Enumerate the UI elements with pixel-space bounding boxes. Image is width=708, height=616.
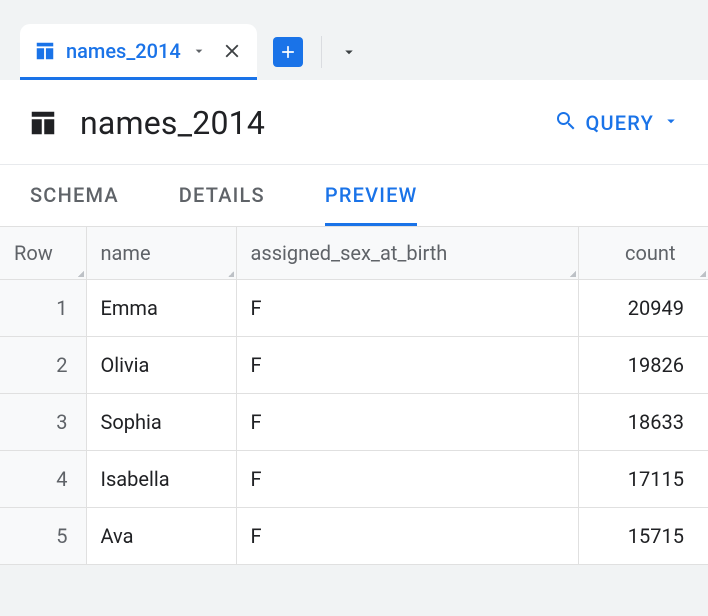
cell-name: Isabella bbox=[86, 451, 236, 508]
tab-preview[interactable]: PREVIEW bbox=[325, 165, 418, 226]
cell-assigned-sex-at-birth: F bbox=[236, 394, 578, 451]
cell-count: 19826 bbox=[578, 337, 708, 394]
add-tab-button[interactable] bbox=[273, 37, 303, 67]
view-tabs: SCHEMA DETAILS PREVIEW bbox=[0, 164, 708, 226]
cell-assigned-sex-at-birth: F bbox=[236, 508, 578, 565]
table-icon bbox=[34, 40, 56, 62]
column-header-assigned-sex-at-birth[interactable]: assigned_sex_at_birth bbox=[236, 227, 578, 280]
table-row: 5AvaF15715 bbox=[0, 508, 708, 565]
search-icon bbox=[554, 109, 578, 138]
page-header: names_2014 QUERY bbox=[0, 80, 708, 164]
table-header-row: Row name assigned_sex_at_birth count bbox=[0, 227, 708, 280]
table-tab[interactable]: names_2014 bbox=[20, 24, 257, 80]
cell-name: Emma bbox=[86, 280, 236, 337]
tab-actions bbox=[257, 24, 366, 80]
cell-row: 2 bbox=[0, 337, 86, 394]
cell-row: 1 bbox=[0, 280, 86, 337]
cell-assigned-sex-at-birth: F bbox=[236, 337, 578, 394]
table-row: 4IsabellaF17115 bbox=[0, 451, 708, 508]
tab-label: DETAILS bbox=[179, 183, 265, 207]
table-row: 1EmmaF20949 bbox=[0, 280, 708, 337]
query-label: QUERY bbox=[586, 111, 655, 135]
caret-down-icon[interactable] bbox=[191, 43, 207, 59]
tab-label: PREVIEW bbox=[325, 183, 418, 207]
tab-overflow-dropdown[interactable] bbox=[321, 36, 366, 68]
cell-count: 17115 bbox=[578, 451, 708, 508]
cell-count: 18633 bbox=[578, 394, 708, 451]
cell-assigned-sex-at-birth: F bbox=[236, 451, 578, 508]
column-header-row[interactable]: Row bbox=[0, 227, 86, 280]
cell-count: 15715 bbox=[578, 508, 708, 565]
cell-name: Olivia bbox=[86, 337, 236, 394]
cell-name: Ava bbox=[86, 508, 236, 565]
close-icon[interactable] bbox=[221, 40, 243, 62]
cell-row: 3 bbox=[0, 394, 86, 451]
table-row: 2OliviaF19826 bbox=[0, 337, 708, 394]
tab-label: names_2014 bbox=[66, 39, 181, 63]
data-preview-table: Row name assigned_sex_at_birth count 1Em… bbox=[0, 226, 708, 565]
cell-row: 4 bbox=[0, 451, 86, 508]
caret-down-icon bbox=[662, 111, 680, 135]
tab-label: SCHEMA bbox=[30, 183, 119, 207]
cell-count: 20949 bbox=[578, 280, 708, 337]
column-header-name[interactable]: name bbox=[86, 227, 236, 280]
cell-assigned-sex-at-birth: F bbox=[236, 280, 578, 337]
query-button[interactable]: QUERY bbox=[554, 109, 681, 138]
table-icon bbox=[28, 108, 58, 138]
column-header-count[interactable]: count bbox=[578, 227, 708, 280]
cell-name: Sophia bbox=[86, 394, 236, 451]
tab-bar: names_2014 bbox=[0, 0, 708, 80]
tab-schema[interactable]: SCHEMA bbox=[30, 165, 119, 226]
tab-details[interactable]: DETAILS bbox=[179, 165, 265, 226]
table-row: 3SophiaF18633 bbox=[0, 394, 708, 451]
page-title: names_2014 bbox=[80, 104, 265, 142]
cell-row: 5 bbox=[0, 508, 86, 565]
